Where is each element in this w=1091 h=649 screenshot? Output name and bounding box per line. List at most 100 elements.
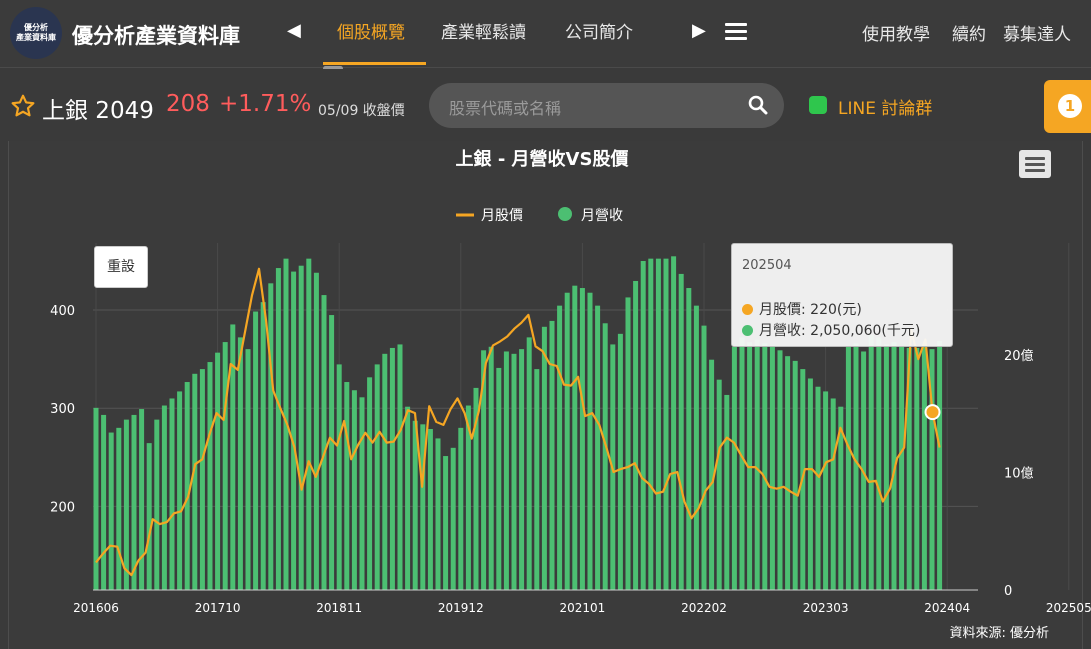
revenue-bar[interactable] xyxy=(937,340,943,590)
revenue-bar[interactable] xyxy=(336,364,342,590)
revenue-bar[interactable] xyxy=(169,398,175,590)
revenue-bar[interactable] xyxy=(883,344,889,590)
zoom-reset-button[interactable]: 重設 xyxy=(94,246,148,288)
revenue-bar[interactable] xyxy=(321,295,327,590)
revenue-bar[interactable] xyxy=(313,272,319,590)
revenue-bar[interactable] xyxy=(488,346,494,590)
revenue-bar[interactable] xyxy=(792,360,798,590)
revenue-bar[interactable] xyxy=(830,398,836,590)
revenue-bar[interactable] xyxy=(762,343,768,590)
revenue-bar[interactable] xyxy=(123,419,129,590)
revenue-bar[interactable] xyxy=(161,405,167,590)
revenue-bar[interactable] xyxy=(633,280,639,590)
revenue-bar[interactable] xyxy=(154,419,160,590)
revenue-bar[interactable] xyxy=(275,268,281,590)
revenue-bar[interactable] xyxy=(572,285,578,590)
revenue-bar[interactable] xyxy=(823,391,829,590)
revenue-bar[interactable] xyxy=(116,427,122,590)
revenue-bar[interactable] xyxy=(921,344,927,590)
revenue-bar[interactable] xyxy=(534,369,540,590)
revenue-bar[interactable] xyxy=(724,394,730,590)
revenue-bar[interactable] xyxy=(655,258,661,590)
revenue-bar[interactable] xyxy=(526,337,532,590)
revenue-bar[interactable] xyxy=(785,356,791,590)
revenue-bar[interactable] xyxy=(807,378,813,591)
revenue-bar[interactable] xyxy=(815,386,821,590)
revenue-bar[interactable] xyxy=(382,353,388,590)
revenue-bar[interactable] xyxy=(496,367,502,590)
revenue-bar[interactable] xyxy=(450,447,456,590)
revenue-bar[interactable] xyxy=(739,337,745,590)
revenue-bar[interactable] xyxy=(640,261,646,590)
legend-revenue-label[interactable]: 月營收 xyxy=(581,208,623,224)
revenue-bar[interactable] xyxy=(503,351,509,590)
revenue-bar[interactable] xyxy=(693,305,699,590)
revenue-bar[interactable] xyxy=(511,353,517,590)
revenue-bar[interactable] xyxy=(701,325,707,590)
revenue-bar[interactable] xyxy=(306,258,312,590)
revenue-bar[interactable] xyxy=(139,409,145,590)
revenue-bar[interactable] xyxy=(245,349,251,590)
revenue-bar[interactable] xyxy=(291,271,297,590)
revenue-bar[interactable] xyxy=(914,347,920,590)
revenue-bar[interactable] xyxy=(853,343,859,590)
revenue-bar[interactable] xyxy=(625,297,631,590)
revenue-bar[interactable] xyxy=(397,344,403,590)
revenue-bar[interactable] xyxy=(579,288,585,590)
revenue-bar[interactable] xyxy=(519,349,525,590)
revenue-bar[interactable] xyxy=(146,443,152,590)
revenue-bar[interactable] xyxy=(359,397,365,590)
chart-export-menu-icon[interactable] xyxy=(1019,150,1051,178)
revenue-bar[interactable] xyxy=(344,382,350,590)
revenue-bar[interactable] xyxy=(405,406,411,590)
hovered-price-point[interactable] xyxy=(924,404,941,421)
revenue-bar[interactable] xyxy=(298,265,304,590)
revenue-bar[interactable] xyxy=(845,346,851,590)
revenue-bar[interactable] xyxy=(541,326,547,590)
revenue-bar[interactable] xyxy=(367,377,373,590)
legend-price-label[interactable]: 月股價 xyxy=(481,207,523,224)
revenue-bar[interactable] xyxy=(177,391,183,590)
revenue-bar[interactable] xyxy=(595,305,601,590)
revenue-bar[interactable] xyxy=(754,339,760,590)
revenue-bar[interactable] xyxy=(549,320,555,590)
revenue-bar[interactable] xyxy=(557,305,563,590)
revenue-bar[interactable] xyxy=(876,337,882,590)
revenue-bar[interactable] xyxy=(443,456,449,590)
revenue-bar[interactable] xyxy=(101,414,107,590)
revenue-bar[interactable] xyxy=(351,390,357,590)
revenue-bar[interactable] xyxy=(389,347,395,590)
revenue-bar[interactable] xyxy=(678,273,684,590)
revenue-bar[interactable] xyxy=(731,346,737,590)
revenue-bar[interactable] xyxy=(184,382,190,590)
revenue-bar[interactable] xyxy=(663,258,669,590)
revenue-bar[interactable] xyxy=(427,429,433,590)
revenue-bar[interactable] xyxy=(617,333,623,590)
revenue-bar[interactable] xyxy=(268,283,274,590)
revenue-bar[interactable] xyxy=(253,311,259,590)
revenue-bar[interactable] xyxy=(602,323,608,590)
revenue-bar[interactable] xyxy=(329,315,335,590)
revenue-bar[interactable] xyxy=(716,379,722,590)
revenue-bar[interactable] xyxy=(215,352,221,590)
revenue-bar[interactable] xyxy=(93,407,99,590)
revenue-bar[interactable] xyxy=(192,373,198,590)
revenue-bar[interactable] xyxy=(108,432,114,590)
revenue-bar[interactable] xyxy=(777,350,783,590)
revenue-bar[interactable] xyxy=(374,364,380,590)
revenue-bar[interactable] xyxy=(671,256,677,590)
revenue-bar[interactable] xyxy=(435,438,441,590)
revenue-bar[interactable] xyxy=(769,345,775,590)
revenue-bar[interactable] xyxy=(222,342,228,590)
revenue-bar[interactable] xyxy=(868,335,874,590)
revenue-bar[interactable] xyxy=(899,346,905,590)
revenue-bar[interactable] xyxy=(686,288,692,590)
revenue-bar[interactable] xyxy=(199,369,205,590)
revenue-bar[interactable] xyxy=(564,292,570,590)
revenue-bar[interactable] xyxy=(458,427,464,590)
revenue-bar[interactable] xyxy=(648,258,654,590)
revenue-bar[interactable] xyxy=(207,362,213,590)
revenue-bar[interactable] xyxy=(587,292,593,590)
revenue-bar[interactable] xyxy=(412,420,418,590)
revenue-bar[interactable] xyxy=(237,337,243,590)
